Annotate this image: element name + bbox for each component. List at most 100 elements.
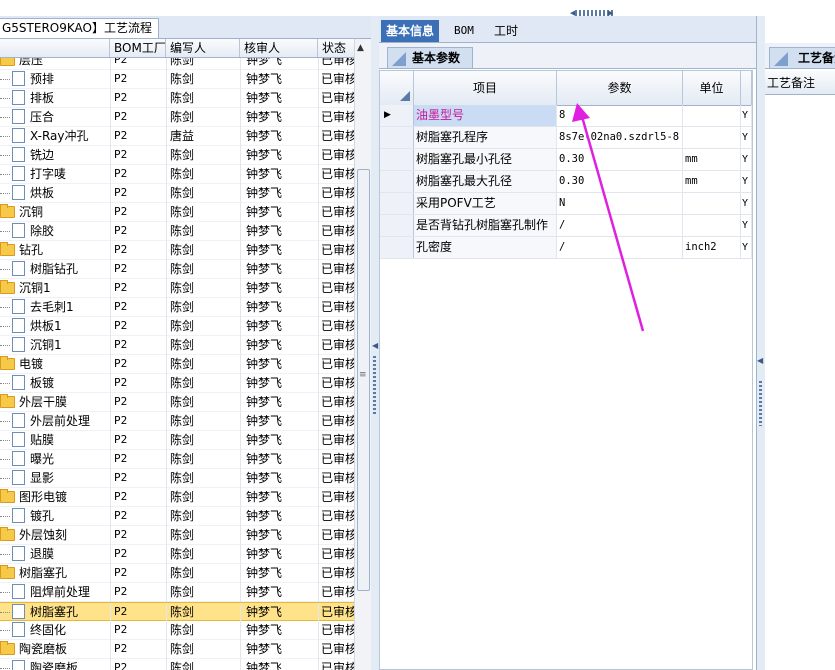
process-tree-row[interactable]: 树脂塞孔 P2 陈剑 钟梦飞 已审核: [0, 564, 354, 583]
process-notes-header[interactable]: 工艺备注: [765, 71, 835, 95]
column-divider: [318, 526, 319, 545]
process-tree-row[interactable]: 压合 P2 陈剑 钟梦飞 已审核: [0, 108, 354, 127]
param-value-cell[interactable]: N: [557, 193, 683, 214]
process-tree-row[interactable]: 外层干膜 P2 陈剑 钟梦飞 已审核: [0, 393, 354, 412]
col-header-writer[interactable]: 编写人: [166, 39, 240, 57]
row-indicator[interactable]: [380, 193, 414, 214]
tree-row-reviewer: 钟梦飞: [246, 528, 283, 542]
process-tree-row[interactable]: 陶瓷磨板 P2 陈剑 钟梦飞 已审核: [0, 640, 354, 659]
process-tree-row[interactable]: 排板 P2 陈剑 钟梦飞 已审核: [0, 89, 354, 108]
param-grid-rows: ▶ 油墨型号 8 Y 树脂塞孔程序 8s7e-02na0.szdrl5-8 Y 树脂塞孔最小孔…: [380, 105, 752, 259]
process-tree-row[interactable]: 显影 P2 陈剑 钟梦飞 已审核: [0, 469, 354, 488]
tree-row-reviewer: 钟梦飞: [246, 471, 283, 485]
middle-splitter-grip[interactable]: [373, 356, 376, 416]
column-divider: [318, 260, 319, 279]
process-tree-row[interactable]: 烘板 P2 陈剑 钟梦飞 已审核: [0, 184, 354, 203]
param-row[interactable]: 是否背钻孔树脂塞孔制作 / Y: [380, 215, 752, 237]
param-row[interactable]: 树脂塞孔程序 8s7e-02na0.szdrl5-8 Y: [380, 127, 752, 149]
param-value-cell[interactable]: 8: [557, 105, 683, 126]
process-tree-row[interactable]: 贴膜 P2 陈剑 钟梦飞 已审核: [0, 431, 354, 450]
tab-basic-params[interactable]: 基本参数: [387, 47, 474, 68]
process-tree-row[interactable]: 沉铜 P2 陈剑 钟梦飞 已审核: [0, 203, 354, 222]
param-row[interactable]: ▶ 油墨型号 8 Y: [380, 105, 752, 127]
process-tree-row[interactable]: 阻焊前处理 P2 陈剑 钟梦飞 已审核: [0, 583, 354, 602]
tree-row-label: 压合: [30, 110, 55, 124]
tab-process-notes[interactable]: 工艺备注: [769, 47, 835, 68]
col-header-reviewer[interactable]: 核审人: [240, 39, 318, 57]
param-value-cell[interactable]: /: [557, 237, 683, 258]
process-tree-row[interactable]: 外层前处理 P2 陈剑 钟梦飞 已审核: [0, 412, 354, 431]
process-tree-row[interactable]: 终固化 P2 陈剑 钟梦飞 已审核: [0, 621, 354, 640]
process-flow-tab[interactable]: G5STERO9KAO】工艺流程: [0, 18, 159, 38]
col-header-unit[interactable]: 单位: [683, 71, 741, 105]
param-row[interactable]: 采用POFV工艺 N Y: [380, 193, 752, 215]
param-item-cell: 孔密度: [414, 237, 557, 258]
tree-row-factory: P2: [114, 300, 128, 313]
param-unit-cell: [683, 215, 741, 236]
right-splitter-grip[interactable]: [759, 381, 762, 426]
process-tree-row[interactable]: 铣边 P2 陈剑 钟梦飞 已审核: [0, 146, 354, 165]
row-indicator[interactable]: [380, 237, 414, 258]
col-header-name[interactable]: [0, 39, 110, 57]
tree-scrollbar[interactable]: ▲ ≡: [354, 39, 371, 670]
col-header-status[interactable]: 状态: [318, 39, 354, 57]
process-tree-row[interactable]: 钻孔 P2 陈剑 钟梦飞 已审核: [0, 241, 354, 260]
process-tree-row[interactable]: 烘板1 P2 陈剑 钟梦飞 已审核: [0, 317, 354, 336]
grid-corner[interactable]: [380, 71, 414, 105]
param-row[interactable]: 树脂塞孔最小孔径 0.30 mm Y: [380, 149, 752, 171]
col-header-bom-factory[interactable]: BOM工厂: [110, 39, 166, 57]
process-tree-row[interactable]: 树脂钻孔 P2 陈剑 钟梦飞 已审核: [0, 260, 354, 279]
tree-row-reviewer: 钟梦飞: [246, 300, 283, 314]
tree-row-writer: 陈剑: [170, 148, 195, 162]
collapse-left-panel-icon[interactable]: ◀: [372, 341, 378, 350]
scrollbar-thumb[interactable]: ≡: [357, 169, 370, 591]
process-tree-row[interactable]: 板镀 P2 陈剑 钟梦飞 已审核: [0, 374, 354, 393]
document-icon: [12, 660, 25, 670]
process-tree-row[interactable]: 预排 P2 陈剑 钟梦飞 已审核: [0, 70, 354, 89]
col-header-extra[interactable]: [741, 71, 752, 105]
collapse-right-panel-icon[interactable]: ◀: [757, 356, 763, 365]
tree-connector: [0, 174, 10, 175]
col-header-item[interactable]: 项目: [414, 71, 557, 105]
process-tree-row[interactable]: 陶瓷磨板 P2 陈剑 钟梦飞 已审核: [0, 659, 354, 670]
process-tree-row[interactable]: 去毛刺1 P2 陈剑 钟梦飞 已审核: [0, 298, 354, 317]
scroll-up-icon[interactable]: ▲: [357, 43, 364, 53]
row-indicator[interactable]: [380, 171, 414, 192]
tree-row-reviewer: 钟梦飞: [246, 224, 283, 238]
tab-work-hours[interactable]: 工时: [489, 20, 523, 42]
process-tree-row[interactable]: X-Ray冲孔 P2 唐益 钟梦飞 已审核: [0, 127, 354, 146]
process-tree-row[interactable]: 退膜 P2 陈剑 钟梦飞 已审核: [0, 545, 354, 564]
process-tree-row[interactable]: 图形电镀 P2 陈剑 钟梦飞 已审核: [0, 488, 354, 507]
tree-row-label: 除胶: [30, 224, 55, 238]
column-divider: [240, 564, 241, 583]
current-row-indicator-icon[interactable]: ▶: [380, 105, 414, 126]
column-divider: [240, 70, 241, 89]
column-divider: [166, 469, 167, 488]
process-tree-row[interactable]: 树脂塞孔 P2 陈剑 钟梦飞 已审核: [0, 602, 354, 622]
tree-row-name-cell: 排板: [0, 89, 110, 107]
tree-row-label: 树脂钻孔: [30, 262, 79, 276]
process-tree-row[interactable]: 电镀 P2 陈剑 钟梦飞 已审核: [0, 355, 354, 374]
process-tree-row[interactable]: 沉铜1 P2 陈剑 钟梦飞 已审核: [0, 279, 354, 298]
process-tree-row[interactable]: 镀孔 P2 陈剑 钟梦飞 已审核: [0, 507, 354, 526]
tab-bom[interactable]: BOM: [449, 20, 479, 42]
param-value-cell[interactable]: 0.30: [557, 171, 683, 192]
process-tree-row[interactable]: 打字唛 P2 陈剑 钟梦飞 已审核: [0, 165, 354, 184]
row-indicator[interactable]: [380, 127, 414, 148]
column-divider: [110, 583, 111, 602]
col-header-param[interactable]: 参数: [557, 71, 683, 105]
top-strip: ◀ ▶: [0, 0, 835, 17]
tab-basic-info[interactable]: 基本信息: [381, 20, 440, 42]
param-value-cell[interactable]: 0.30: [557, 149, 683, 170]
process-tree-row[interactable]: 沉铜1 P2 陈剑 钟梦飞 已审核: [0, 336, 354, 355]
param-row[interactable]: 孔密度 / inch2 Y: [380, 237, 752, 259]
param-row[interactable]: 树脂塞孔最大孔径 0.30 mm Y: [380, 171, 752, 193]
process-tree-row[interactable]: 曝光 P2 陈剑 钟梦飞 已审核: [0, 450, 354, 469]
process-tree-row[interactable]: 除胶 P2 陈剑 钟梦飞 已审核: [0, 222, 354, 241]
column-divider: [318, 279, 319, 298]
process-tree-row[interactable]: 外层蚀刻 P2 陈剑 钟梦飞 已审核: [0, 526, 354, 545]
param-value-cell[interactable]: 8s7e-02na0.szdrl5-8: [557, 127, 683, 148]
row-indicator[interactable]: [380, 149, 414, 170]
row-indicator[interactable]: [380, 215, 414, 236]
param-value-cell[interactable]: /: [557, 215, 683, 236]
